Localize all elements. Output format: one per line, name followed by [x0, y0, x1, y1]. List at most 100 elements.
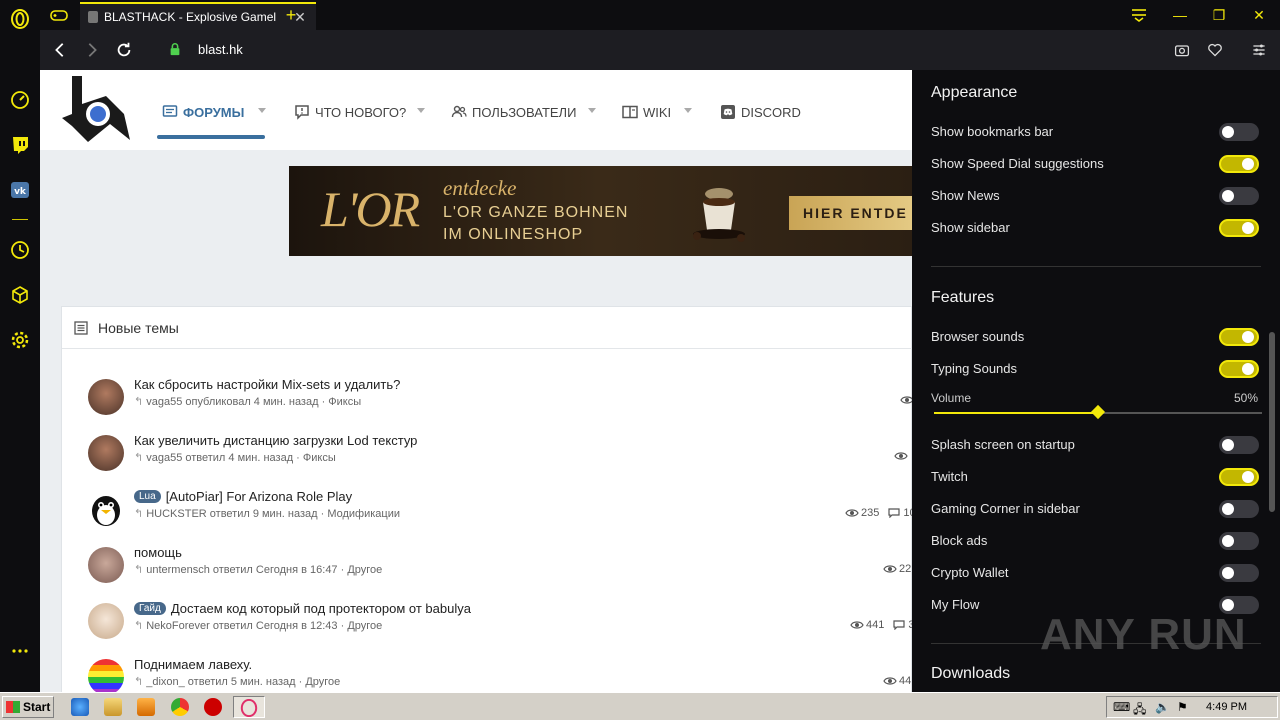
heart-bookmark-icon[interactable]: [1205, 40, 1225, 60]
avatar[interactable]: [88, 491, 124, 527]
forward-arrow-icon[interactable]: [82, 40, 102, 60]
nav-whats-new[interactable]: ЧТО НОВОГО?: [294, 102, 406, 122]
nav-wiki-caret-icon[interactable]: [684, 108, 692, 113]
new-tab-plus-icon[interactable]: +: [282, 6, 300, 24]
thread-row[interactable]: Lua [AutoPiar] For Arizona Role Play ↰ HUC…: [62, 489, 912, 545]
setting-typing-sounds[interactable]: Typing Sounds: [931, 357, 1261, 381]
thread-title[interactable]: Lua [AutoPiar] For Arizona Role Play: [134, 489, 352, 504]
setting-speed-dial-suggestions[interactable]: Show Speed Dial suggestions: [931, 152, 1261, 176]
nav-discord[interactable]: DISCORD: [720, 102, 801, 122]
extensions-cube-icon[interactable]: [9, 284, 31, 306]
prefix-badge[interactable]: Гайд: [134, 602, 166, 615]
thread-title-text[interactable]: помощь: [134, 545, 182, 560]
twitch-icon[interactable]: [9, 134, 31, 156]
clock[interactable]: 4:49 PM: [1206, 701, 1247, 713]
thread-title[interactable]: Как увеличить дистанцию загрузки Lod тек…: [134, 433, 417, 448]
toggle-switch[interactable]: [1219, 532, 1259, 550]
eye-icon: [894, 452, 908, 460]
nav-whats-new-caret-icon[interactable]: [417, 108, 425, 113]
opera-gx-taskbar-button[interactable]: [233, 696, 265, 718]
opera-menu-icon[interactable]: [9, 8, 31, 30]
ad-banner[interactable]: L'OR entdecke L'OR GANZE BOHNEN IM ONLIN…: [289, 166, 912, 256]
thread-title[interactable]: помощь: [134, 545, 182, 560]
avatar[interactable]: [88, 603, 124, 639]
thread-title-text[interactable]: Как увеличить дистанцию загрузки Lod тек…: [134, 433, 417, 448]
blasthack-logo[interactable]: [58, 74, 132, 146]
setting-splash-screen[interactable]: Splash screen on startup: [931, 433, 1261, 457]
setting-gaming-corner[interactable]: Gaming Corner in sidebar: [931, 497, 1261, 521]
banner-cta-button[interactable]: HIER ENTDE: [789, 196, 912, 230]
eye-icon: [900, 396, 912, 404]
setting-browser-sounds[interactable]: Browser sounds: [931, 325, 1261, 349]
setting-show-news[interactable]: Show News: [931, 184, 1261, 208]
snapshot-camera-icon[interactable]: [1172, 40, 1192, 60]
setting-block-ads[interactable]: Block ads: [931, 529, 1261, 553]
opera-red-icon[interactable]: [204, 698, 222, 716]
thread-row[interactable]: Как увеличить дистанцию загрузки Lod тек…: [62, 433, 912, 489]
easy-setup-icon[interactable]: [1130, 6, 1148, 24]
tray-flag-icon[interactable]: ⚑: [1177, 700, 1188, 714]
start-button[interactable]: Start: [2, 696, 54, 718]
internet-explorer-icon[interactable]: [71, 698, 89, 716]
toggle-switch[interactable]: [1219, 564, 1259, 582]
thread-title-text[interactable]: Достаем код который под протектором от b…: [171, 601, 471, 616]
avatar[interactable]: [88, 435, 124, 471]
thread-title-text[interactable]: Как сбросить настройки Mix-sets и удалит…: [134, 377, 400, 392]
toggle-switch[interactable]: [1219, 123, 1259, 141]
setting-twitch[interactable]: Twitch: [931, 465, 1261, 489]
nav-forums[interactable]: ФОРУМЫ: [162, 102, 244, 122]
toggle-switch[interactable]: [1219, 360, 1259, 378]
toggle-switch[interactable]: [1219, 328, 1259, 346]
nav-users[interactable]: ПОЛЬЗОВАТЕЛИ: [451, 102, 576, 122]
nav-users-caret-icon[interactable]: [588, 108, 596, 113]
chrome-icon[interactable]: [171, 698, 189, 716]
volume-slider-handle[interactable]: [1090, 404, 1106, 420]
media-player-icon[interactable]: [137, 698, 155, 716]
toggle-switch[interactable]: [1219, 155, 1259, 173]
back-arrow-icon[interactable]: [50, 40, 70, 60]
nav-wiki[interactable]: WIKI: [622, 102, 671, 122]
tray-volume-icon[interactable]: 🔈: [1155, 700, 1170, 714]
thread-title[interactable]: Гайд Достаем код который под протектором …: [134, 601, 471, 616]
reload-icon[interactable]: [114, 40, 134, 60]
speedometer-icon[interactable]: [9, 89, 31, 111]
avatar[interactable]: [88, 659, 124, 692]
more-dots-icon[interactable]: [9, 640, 31, 662]
toggle-switch[interactable]: [1219, 187, 1259, 205]
browser-tab[interactable]: BLASTHACK - Explosive Gamel ✕: [80, 2, 316, 30]
minimize-icon[interactable]: —: [1171, 6, 1189, 24]
prefix-badge[interactable]: Lua: [134, 490, 161, 503]
thread-title[interactable]: Поднимаем лавеху.: [134, 657, 252, 672]
toggle-switch[interactable]: [1219, 219, 1259, 237]
thread-title-text[interactable]: [AutoPiar] For Arizona Role Play: [166, 489, 352, 504]
nav-forums-caret-icon[interactable]: [258, 108, 266, 113]
thread-row[interactable]: Как сбросить настройки Mix-sets и удалит…: [62, 377, 912, 433]
tray-network-icon[interactable]: 🖧: [1133, 700, 1146, 720]
setting-crypto-wallet[interactable]: Crypto Wallet: [931, 561, 1261, 585]
thread-row[interactable]: помощь ↰ untermensch ответил Сегодня в 16…: [62, 545, 912, 601]
setting-show-bookmarks-bar[interactable]: Show bookmarks bar: [931, 120, 1261, 144]
url-text[interactable]: blast.hk: [198, 42, 243, 57]
close-window-icon[interactable]: ✕: [1250, 6, 1268, 24]
volume-slider[interactable]: [934, 404, 1262, 420]
file-explorer-icon[interactable]: [104, 698, 122, 716]
settings-scrollbar[interactable]: [1269, 332, 1275, 512]
thread-row[interactable]: Гайд Достаем код который под протектором …: [62, 601, 912, 657]
tray-keyboard-icon[interactable]: ⌨: [1113, 700, 1130, 714]
toggle-switch[interactable]: [1219, 500, 1259, 518]
avatar[interactable]: [88, 379, 124, 415]
toggle-switch[interactable]: [1219, 468, 1259, 486]
toggle-switch[interactable]: [1219, 436, 1259, 454]
maximize-icon[interactable]: ❐: [1210, 6, 1228, 24]
easy-setup-sliders-icon[interactable]: [1249, 40, 1269, 60]
thread-row[interactable]: Поднимаем лавеху. ↰ _dixon_ ответил 5 мин…: [62, 657, 912, 692]
history-icon[interactable]: [9, 239, 31, 261]
settings-gear-icon[interactable]: [9, 329, 31, 351]
thread-title[interactable]: Как сбросить настройки Mix-sets и удалит…: [134, 377, 400, 392]
toggle-knob: [1242, 222, 1254, 234]
gamepad-icon[interactable]: [50, 6, 68, 24]
thread-title-text[interactable]: Поднимаем лавеху.: [134, 657, 252, 672]
avatar[interactable]: [88, 547, 124, 583]
setting-show-sidebar[interactable]: Show sidebar: [931, 216, 1261, 240]
vk-icon[interactable]: vk: [9, 179, 31, 201]
